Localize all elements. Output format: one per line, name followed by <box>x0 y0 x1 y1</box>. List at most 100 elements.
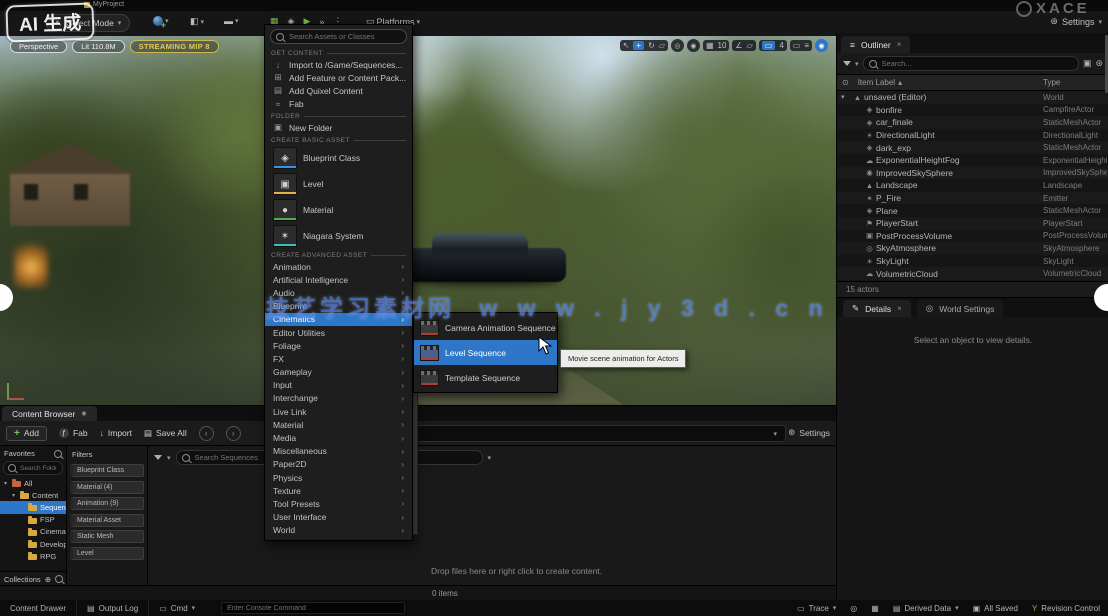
outliner-search-box[interactable] <box>863 56 1079 71</box>
category-item[interactable]: Interchange › <box>265 392 412 405</box>
select-tool-icon[interactable]: ↖ <box>623 41 630 50</box>
settings-dropdown[interactable]: ⊛ Settings ▾ <box>1050 16 1102 27</box>
menu-item[interactable]: ≈ Fab <box>265 97 412 110</box>
fab-button[interactable]: ƒ Fab <box>59 428 88 438</box>
surface-snap-icon[interactable]: ◉ <box>687 39 700 52</box>
folder-tree-item[interactable]: ▾ Sequences <box>0 501 66 513</box>
tab-world-settings[interactable]: ◎ World Settings <box>917 300 1004 317</box>
filter-chip[interactable]: Material Asset <box>70 514 144 527</box>
cinematics-dropdown[interactable]: ▬ ▾ <box>224 16 239 26</box>
derived-data-dropdown[interactable]: ▤ Derived Data ▾ <box>893 604 959 613</box>
category-item[interactable]: User Interface › <box>265 511 412 524</box>
favorites-header[interactable]: Favorites <box>0 446 66 461</box>
basic-asset-item[interactable]: ● Material <box>265 197 412 223</box>
menu-search-input[interactable] <box>287 31 401 42</box>
save-all-button[interactable]: ▤ Save All <box>144 428 187 439</box>
menu-item[interactable]: ⊞ Add Feature or Content Pack... <box>265 71 412 84</box>
asset-view[interactable]: ▾ ▾ Drop files here or right click to cr… <box>148 446 836 586</box>
outliner-settings-icon[interactable]: ⊛ <box>1095 58 1103 69</box>
outliner-row[interactable]: ☁ ExponentialHeightFog ExponentialHeight… <box>837 154 1108 167</box>
basic-asset-item[interactable]: ✶ Niagara System <box>265 223 412 249</box>
output-log-button[interactable]: ▤ Output Log <box>77 600 149 616</box>
camera-speed-group[interactable]: ▭ 4 <box>759 40 787 51</box>
chevron-down-icon[interactable]: ▾ <box>488 454 492 462</box>
collections-footer[interactable]: Collections ⊕ <box>0 571 66 586</box>
column-item-label[interactable]: Item Label <box>858 78 895 87</box>
eye-icon[interactable]: ⊙ <box>842 78 849 87</box>
column-type[interactable]: Type <box>1043 78 1060 87</box>
outliner-row[interactable]: ▣ PostProcessVolume PostProcessVolume <box>837 230 1108 243</box>
outliner-search-input[interactable] <box>880 58 1073 69</box>
search-icon[interactable] <box>55 575 63 583</box>
close-icon[interactable]: × <box>897 40 902 49</box>
new-folder-icon[interactable]: ▣ <box>1083 58 1092 69</box>
add-button[interactable]: + Add <box>6 426 47 441</box>
category-item[interactable]: Paper2D › <box>265 458 412 471</box>
chevron-down-icon[interactable]: ▾ <box>167 454 171 462</box>
pin-icon[interactable]: ◉ <box>81 410 86 417</box>
filter-chip[interactable]: Level <box>70 547 144 560</box>
folder-tree-item[interactable]: ▾ Content <box>0 489 66 501</box>
transform-tools[interactable]: ↖ + ↻ ▱ <box>620 40 668 51</box>
tab-content-browser[interactable]: Content Browser ◉ <box>2 406 97 421</box>
cmd-dropdown[interactable]: ▭ Cmd ▾ <box>149 600 205 616</box>
category-item[interactable]: Artificial Intelligence › <box>265 273 412 286</box>
outliner-row[interactable]: ▲ Landscape Landscape <box>837 179 1108 192</box>
filter-chip[interactable]: Blueprint Class <box>70 464 144 477</box>
category-item[interactable]: FX › <box>265 352 412 365</box>
outliner-row[interactable]: ◎ SkyAtmosphere SkyAtmosphere <box>837 242 1108 255</box>
folder-tree-item[interactable]: ▾ All <box>0 477 66 489</box>
menu-item[interactable]: ▤ Add Quixel Content <box>265 84 412 97</box>
menu-item[interactable]: ▣ New Folder <box>265 121 412 134</box>
menu-search-box[interactable] <box>270 29 407 44</box>
category-item[interactable]: Animation › <box>265 260 412 273</box>
filter-chip[interactable]: Static Mesh <box>70 530 144 543</box>
viewport-badge[interactable]: Lit 110.8M <box>72 40 124 53</box>
outliner-row[interactable]: ✶ P_Fire Emitter <box>837 192 1108 205</box>
outliner-row[interactable]: ☁ VolumetricCloud VolumetricCloud <box>837 267 1108 280</box>
submenu-item[interactable]: Template Sequence <box>414 365 557 390</box>
tab-outliner[interactable]: ≡ Outliner × <box>841 36 910 53</box>
category-item[interactable]: Media › <box>265 431 412 444</box>
viewport-badge[interactable]: STREAMING MIP 8 <box>130 40 219 53</box>
outliner-row[interactable]: ◈ dark_exp StaticMeshActor <box>837 141 1108 154</box>
outliner-row[interactable]: ◈ car_finale StaticMeshActor <box>837 116 1108 129</box>
scale-tool-icon[interactable]: ▱ <box>659 41 665 50</box>
viewport-layout-group[interactable]: ▭ ≡ <box>790 40 812 51</box>
category-item[interactable]: Physics › <box>265 471 412 484</box>
folder-tree-item[interactable]: ▾ Developers <box>0 538 66 550</box>
outliner-row[interactable]: ☀ SkyLight SkyLight <box>837 255 1108 268</box>
outliner-row[interactable]: ☀ DirectionalLight DirectionalLight <box>837 129 1108 142</box>
category-item[interactable]: Live Link › <box>265 405 412 418</box>
category-item[interactable]: Tool Presets › <box>265 497 412 510</box>
outliner-row[interactable]: ◉ ImprovedSkySphere ImprovedSkySphere <box>837 167 1108 180</box>
category-item[interactable]: Texture › <box>265 484 412 497</box>
close-icon[interactable]: × <box>897 304 902 313</box>
filter-funnel-icon[interactable] <box>154 455 162 460</box>
all-saved-status[interactable]: ▣ All Saved <box>973 604 1018 613</box>
folder-tree-item[interactable]: ▾ FSP <box>0 514 66 526</box>
rotate-tool-icon[interactable]: ↻ <box>648 41 655 50</box>
category-item[interactable]: Miscellaneous › <box>265 445 412 458</box>
submenu-item[interactable]: Level Sequence <box>414 340 557 365</box>
move-tool-icon[interactable]: + <box>633 41 644 50</box>
grid-status-icon[interactable]: ▦ <box>871 604 879 613</box>
trace-dropdown[interactable]: ▭ Trace ▾ <box>797 604 836 613</box>
add-collection-icon[interactable]: ⊕ <box>45 575 51 584</box>
category-item[interactable]: Material › <box>265 418 412 431</box>
grid-snap-group[interactable]: ▦ 10 <box>703 40 729 51</box>
blueprints-dropdown[interactable]: ◧ ▾ <box>190 16 204 27</box>
folder-tree-item[interactable]: ▾ Cinematics <box>0 526 66 538</box>
tab-details[interactable]: ✎ Details × <box>843 300 911 317</box>
category-item[interactable]: Gameplay › <box>265 366 412 379</box>
realtime-toggle-icon[interactable]: ◉ <box>815 39 828 52</box>
console-command-input[interactable] <box>221 602 405 614</box>
search-icon[interactable] <box>54 450 62 458</box>
outliner-row[interactable]: ⚑ PlayerStart PlayerStart <box>837 217 1108 230</box>
folders-search-input[interactable] <box>18 464 58 473</box>
chevron-down-icon[interactable]: ▾ <box>855 60 859 68</box>
menu-item[interactable]: ↓ Import to /Game/Sequences... <box>265 58 412 71</box>
rotation-snap-group[interactable]: ∠ ▱ <box>732 40 755 51</box>
outliner-row[interactable]: ▲ unsaved (Editor) World <box>837 91 1108 104</box>
import-button[interactable]: ↓ Import <box>100 428 132 438</box>
